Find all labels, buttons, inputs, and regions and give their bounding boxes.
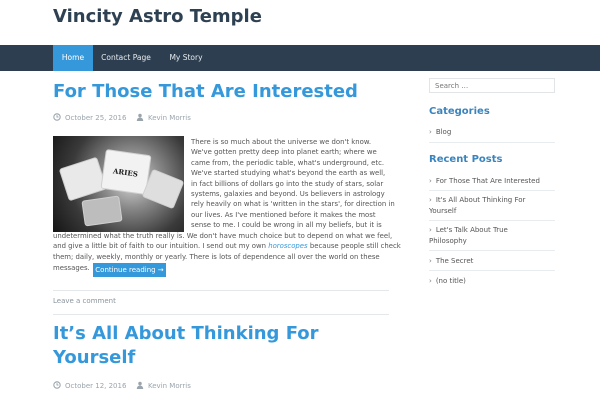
excerpt-line: came from, the periodic table, what's un… (191, 158, 385, 167)
recent-post-label: (no title) (435, 277, 466, 285)
post-excerpt: There is so much about the universe we d… (191, 137, 395, 231)
post-date[interactable]: October 25, 2016 (53, 113, 126, 122)
chevron-right-icon: › (429, 277, 432, 285)
leave-comment-link[interactable]: Leave a comment (53, 297, 116, 305)
divider (429, 142, 555, 143)
categories-widget-title: Categories (429, 106, 490, 117)
post-title-line: Yourself (53, 347, 136, 368)
post-date-text: October 25, 2016 (65, 114, 127, 122)
post-title[interactable]: For Those That Are Interested (53, 80, 358, 104)
post-author-text: Kevin Morris (148, 114, 191, 122)
post-date[interactable]: October 12, 2016 (53, 381, 126, 390)
nav-item-home[interactable]: Home (53, 45, 93, 71)
recent-post-label-cont: Philosophy (429, 236, 467, 245)
site-title[interactable]: Vincity Astro Temple (53, 6, 262, 27)
divider (429, 270, 555, 271)
post-author[interactable]: Kevin Morris (136, 381, 191, 390)
search-input[interactable] (429, 78, 555, 93)
recent-post-item[interactable]: › It's All About Thinking For Yourself (429, 195, 554, 216)
excerpt-line: rely heavily on what is 'written in the … (191, 200, 395, 209)
recent-post-item[interactable]: › Let's Talk About True Philosophy (429, 225, 554, 246)
divider (429, 220, 555, 221)
zodiac-die (58, 156, 108, 202)
nav-item-my-story[interactable]: My Story (161, 45, 211, 71)
excerpt-line: systems, galaxies and beyond. Us believe… (191, 190, 385, 199)
recent-posts-widget-title: Recent Posts (429, 154, 503, 165)
recent-post-item[interactable]: › For Those That Are Interested (429, 176, 554, 187)
clock-icon (53, 113, 61, 121)
excerpt-line: We've started studying what's beyond the… (191, 169, 386, 178)
post-title[interactable]: It’s All About Thinking For Yourself (53, 322, 319, 370)
post-date-text: October 12, 2016 (65, 382, 127, 390)
divider (429, 250, 555, 251)
main-navigation: Home Contact Page My Story (0, 45, 600, 71)
excerpt-line: sense to me. I could be wrong in all my … (191, 221, 382, 230)
user-icon (136, 113, 144, 121)
excerpt-line: and give a little bit of faith to our in… (53, 241, 401, 251)
post-featured-image[interactable]: ARIES (53, 136, 184, 232)
excerpt-line: in fact billions of dollars go into the … (191, 179, 384, 188)
excerpt-line: undetermined what the truth really is. W… (53, 232, 393, 240)
excerpt-line: them; daily, weekly, monthly or yearly. … (53, 252, 380, 261)
continue-reading-button[interactable]: Continue reading → (93, 263, 166, 277)
chevron-right-icon: › (429, 128, 432, 136)
chevron-right-icon: › (429, 226, 432, 234)
excerpt-line-text: and give a little bit of faith to our in… (53, 242, 266, 251)
chevron-right-icon: › (429, 177, 432, 185)
divider (53, 290, 389, 291)
post-author-text: Kevin Morris (148, 382, 191, 390)
clock-icon (53, 381, 61, 389)
excerpt-line: our lives. As I've mentioned before it m… (191, 210, 376, 219)
user-icon (136, 381, 144, 389)
divider (429, 190, 555, 191)
recent-post-label: It's All About Thinking For (435, 196, 526, 204)
zodiac-die (81, 195, 123, 227)
horoscopes-link[interactable]: horoscopes (268, 242, 307, 250)
excerpt-line: There is so much about the universe we d… (191, 138, 372, 146)
site-header: Vincity Astro Temple (0, 0, 600, 45)
recent-post-item[interactable]: › (no title) (429, 276, 554, 287)
recent-post-label: For Those That Are Interested (435, 177, 540, 185)
chevron-right-icon: › (429, 257, 432, 265)
nav-item-contact-page[interactable]: Contact Page (96, 45, 156, 71)
chevron-right-icon: › (429, 196, 432, 204)
post-author[interactable]: Kevin Morris (136, 113, 191, 122)
recent-post-label: Let's Talk About True (435, 226, 508, 234)
excerpt-line-text: because people still check (307, 242, 401, 251)
category-item-blog[interactable]: › Blog (429, 127, 554, 138)
excerpt-line: We've gotten pretty deep into planet ear… (191, 148, 377, 157)
divider (53, 314, 389, 315)
post-title-line: It’s All About Thinking For (53, 323, 319, 344)
recent-post-label-cont: Yourself (429, 206, 457, 215)
recent-post-item[interactable]: › The Secret (429, 256, 554, 267)
recent-post-label: The Secret (435, 257, 474, 265)
category-item-label: Blog (435, 128, 452, 136)
